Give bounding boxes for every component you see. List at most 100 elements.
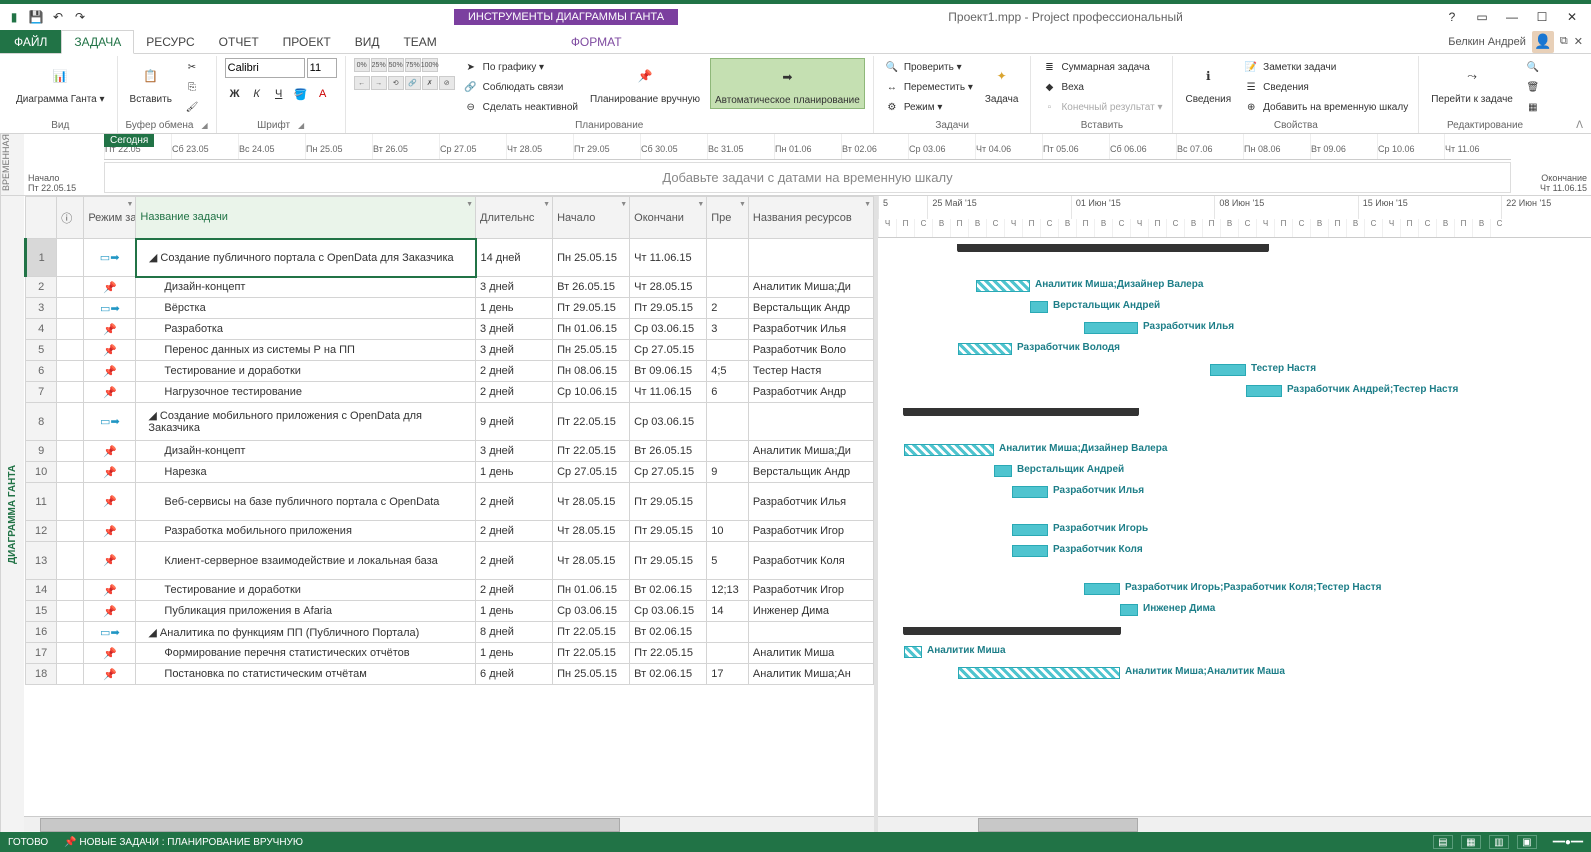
- task-bar[interactable]: Разработчик Илья: [1084, 322, 1138, 334]
- table-row[interactable]: 3▭➡Вёрстка1 деньПт 29.05.15Пт 29.05.152В…: [26, 298, 874, 319]
- italic-button[interactable]: К: [247, 84, 267, 104]
- outdent-icon[interactable]: ←: [354, 76, 370, 90]
- col-name[interactable]: Название задачи▼: [136, 197, 476, 239]
- paste-button[interactable]: 📋Вставить: [126, 58, 176, 107]
- col-pred[interactable]: Пре▼: [707, 197, 749, 239]
- summary-bar[interactable]: [904, 627, 1120, 635]
- notes-button[interactable]: 📝Заметки задачи: [1241, 58, 1410, 76]
- tab-view[interactable]: ВИД: [343, 30, 392, 53]
- window-close2-icon[interactable]: ✕: [1574, 35, 1583, 48]
- col-finish[interactable]: Окончани▼: [630, 197, 707, 239]
- task-bar[interactable]: Аналитик Миша;Дизайнер Валера: [904, 444, 994, 456]
- gantt-row[interactable]: Аналитик Миша;Дизайнер Валера: [878, 276, 1591, 297]
- view-team-icon[interactable]: ▥: [1489, 835, 1509, 849]
- gantt-timescale[interactable]: 5 25 Май '1501 Июн '1508 Июн '1515 Июн '…: [878, 196, 1591, 238]
- find-button[interactable]: 🔍: [1523, 58, 1543, 76]
- zoom-slider[interactable]: ━━●━━: [1553, 837, 1583, 848]
- col-rownum[interactable]: [26, 197, 57, 239]
- col-resources[interactable]: Названия ресурсов▼: [748, 197, 873, 239]
- col-start[interactable]: Начало▼: [553, 197, 630, 239]
- tab-team[interactable]: TEAM: [391, 30, 448, 53]
- table-row[interactable]: 4📌Разработка3 днейПн 01.06.15Ср 03.06.15…: [26, 319, 874, 340]
- links-button[interactable]: 🔗Соблюдать связи: [461, 78, 580, 96]
- inactivate-button[interactable]: ⊖Сделать неактивной: [461, 98, 580, 116]
- gantt-row[interactable]: Разработчик Коля: [878, 541, 1591, 579]
- task-bar[interactable]: Разработчик Илья: [1012, 486, 1048, 498]
- view-gantt-icon[interactable]: ▤: [1433, 835, 1453, 849]
- timeline-hint[interactable]: Добавьте задачи с датами на временную шк…: [104, 162, 1511, 193]
- underline-button[interactable]: Ч: [269, 84, 289, 104]
- summary-bar[interactable]: [958, 244, 1268, 252]
- gantt-row[interactable]: Тестер Настя: [878, 360, 1591, 381]
- gantt-row[interactable]: Аналитик Миша;Аналитик Маша: [878, 663, 1591, 684]
- summary-bar[interactable]: [904, 408, 1138, 416]
- save-icon[interactable]: 💾: [28, 9, 44, 25]
- gantt-chart[interactable]: 5 25 Май '1501 Июн '1508 Июн '1515 Июн '…: [878, 196, 1591, 832]
- tab-report[interactable]: ОТЧЕТ: [207, 30, 271, 53]
- table-row[interactable]: 9📌Дизайн-концепт3 днейПт 22.05.15Вт 26.0…: [26, 441, 874, 462]
- task-bar[interactable]: Верстальщик Андрей: [1030, 301, 1048, 313]
- task-bar[interactable]: Аналитик Миша: [904, 646, 922, 658]
- gantt-chart-button[interactable]: 📊Диаграмма Ганта ▾: [12, 58, 109, 107]
- gantt-row[interactable]: Аналитик Миша: [878, 642, 1591, 663]
- table-row[interactable]: 14📌Тестирование и доработки2 днейПн 01.0…: [26, 580, 874, 601]
- task-bar[interactable]: Инженер Дима: [1120, 604, 1138, 616]
- task-bar[interactable]: Разработчик Володя: [958, 343, 1012, 355]
- task-bar[interactable]: Аналитик Миша;Дизайнер Валера: [976, 280, 1030, 292]
- task-bar[interactable]: Аналитик Миша;Аналитик Маша: [958, 667, 1120, 679]
- auto-schedule-button[interactable]: ➡Автоматическое планирование: [710, 58, 865, 109]
- manual-schedule-button[interactable]: 📌Планирование вручную: [586, 58, 704, 107]
- gantt-row[interactable]: Разработчик Андрей;Тестер Настя: [878, 381, 1591, 402]
- close-icon[interactable]: ✕: [1563, 10, 1581, 24]
- table-row[interactable]: 18📌Постановка по статистическим отчётам6…: [26, 664, 874, 685]
- inspect-button[interactable]: 🔍Проверить ▾: [882, 58, 975, 76]
- tab-project[interactable]: ПРОЕКТ: [271, 30, 343, 53]
- cut-button[interactable]: ✂: [182, 58, 202, 76]
- task-bar[interactable]: Верстальщик Андрей: [994, 465, 1012, 477]
- help-icon[interactable]: ?: [1443, 10, 1461, 24]
- redo-icon[interactable]: ↷: [72, 9, 88, 25]
- mode-button[interactable]: ⚙Режим ▾: [882, 98, 975, 116]
- table-row[interactable]: 8▭➡◢ Создание мобильного приложения с Op…: [26, 403, 874, 441]
- gantt-row[interactable]: Разработчик Игорь;Разработчик Коля;Тесте…: [878, 579, 1591, 600]
- table-row[interactable]: 12📌Разработка мобильного приложения2 дне…: [26, 521, 874, 542]
- milestone-button[interactable]: ◆Веха: [1039, 78, 1164, 96]
- table-row[interactable]: 5📌Перенос данных из системы Р на ПП3 дне…: [26, 340, 874, 361]
- collapse-ribbon-icon[interactable]: ᐱ: [1576, 120, 1583, 131]
- view-usage-icon[interactable]: ▦: [1461, 835, 1481, 849]
- scroll-to-task-button[interactable]: ⤳Перейти к задаче: [1427, 58, 1517, 107]
- summary-task-button[interactable]: ≣Суммарная задача: [1039, 58, 1164, 76]
- task-button[interactable]: ✦Задача: [981, 58, 1023, 107]
- status-newtasks[interactable]: 📌 НОВЫЕ ЗАДАЧИ : ПЛАНИРОВАНИЕ ВРУЧНУЮ: [64, 837, 303, 848]
- task-bar[interactable]: Разработчик Андрей;Тестер Настя: [1246, 385, 1282, 397]
- table-row[interactable]: 1▭➡◢ Создание публичного портала с OpenD…: [26, 239, 874, 277]
- move-button[interactable]: ↔Переместить ▾: [882, 78, 975, 96]
- add-timeline-button[interactable]: ⊕Добавить на временную шкалу: [1241, 98, 1410, 116]
- task-bar[interactable]: Разработчик Игорь;Разработчик Коля;Тесте…: [1084, 583, 1120, 595]
- font-color-button[interactable]: A: [313, 84, 333, 104]
- file-tab[interactable]: ФАЙЛ: [0, 30, 61, 53]
- table-row[interactable]: 13📌Клиент-серверное взаимодействие и лок…: [26, 542, 874, 580]
- gantt-row[interactable]: Разработчик Илья: [878, 318, 1591, 339]
- window-restore-icon[interactable]: ⧉: [1560, 35, 1568, 48]
- information-button[interactable]: ℹСведения: [1181, 58, 1235, 107]
- gantt-row[interactable]: Разработчик Володя: [878, 339, 1591, 360]
- view-resource-icon[interactable]: ▣: [1517, 835, 1537, 849]
- col-duration[interactable]: Длительнс▼: [476, 197, 553, 239]
- gantt-row[interactable]: Верстальщик Андрей: [878, 297, 1591, 318]
- clear-button[interactable]: 🗑: [1523, 78, 1543, 96]
- table-h-scrollbar[interactable]: [24, 816, 874, 832]
- table-row[interactable]: 16▭➡◢ Аналитика по функциям ПП (Публично…: [26, 622, 874, 643]
- table-row[interactable]: 17📌Формирование перечня статистических о…: [26, 643, 874, 664]
- table-row[interactable]: 2📌Дизайн-концепт3 днейВт 26.05.15Чт 28.0…: [26, 277, 874, 298]
- gantt-row[interactable]: [878, 238, 1591, 276]
- copy-button[interactable]: ⎘: [182, 78, 202, 96]
- ribbon-options-icon[interactable]: ▭: [1473, 10, 1491, 24]
- table-row[interactable]: 11📌Веб-сервисы на базе публичного портал…: [26, 483, 874, 521]
- tab-task[interactable]: ЗАДАЧА: [61, 30, 134, 54]
- deliverable-button[interactable]: ▫Конечный результат ▾: [1039, 98, 1164, 116]
- dialog-launcher-icon[interactable]: ◢: [298, 121, 304, 130]
- gantt-row[interactable]: Разработчик Илья: [878, 482, 1591, 520]
- table-row[interactable]: 10📌Нарезка1 деньСр 27.05.15Ср 27.05.159В…: [26, 462, 874, 483]
- tab-format[interactable]: ФОРМАТ: [559, 30, 634, 53]
